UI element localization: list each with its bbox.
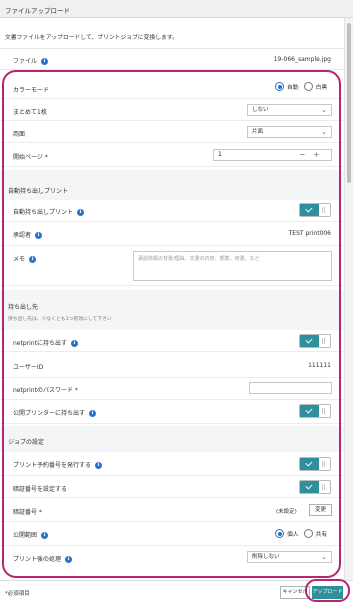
- window-titlebar: ファイルアップロード: [0, 0, 353, 18]
- file-label: ファイル i: [13, 56, 49, 65]
- info-icon[interactable]: i: [41, 58, 49, 65]
- window-title: ファイルアップロード: [5, 7, 70, 15]
- file-name: 19-066_sample.jpg: [273, 56, 331, 63]
- footer-bar: *必須項目 キャンセル アップロード: [0, 580, 353, 604]
- vertical-scrollbar[interactable]: [344, 18, 353, 586]
- file-row: ファイル i 19-066_sample.jpg: [0, 48, 353, 70]
- scrollbar-thumb[interactable]: [347, 23, 351, 183]
- upload-highlight-ring: [305, 579, 350, 602]
- highlight-frame: [2, 70, 341, 578]
- required-note: *必須項目: [5, 591, 30, 597]
- intro-text: 文書ファイルをアップロードして、プリントジョブに変換します。: [5, 35, 178, 41]
